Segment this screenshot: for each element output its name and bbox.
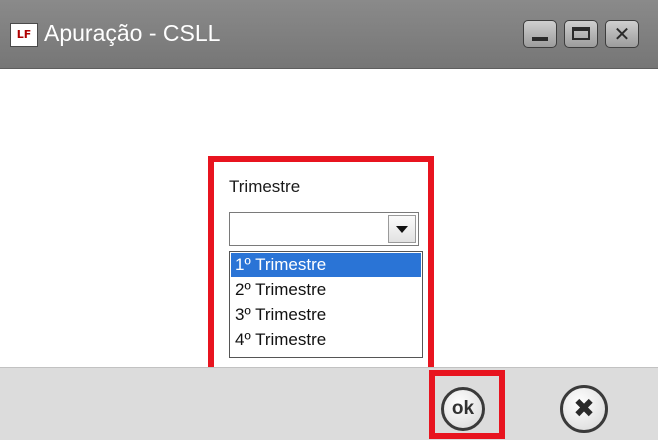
minimize-button[interactable]: [523, 20, 557, 48]
cancel-button[interactable]: ✖: [560, 385, 608, 433]
option-2-trimestre[interactable]: 2º Trimestre: [231, 278, 421, 302]
dropdown-toggle-button[interactable]: [388, 215, 416, 243]
option-3-trimestre[interactable]: 3º Trimestre: [231, 303, 421, 327]
option-1-trimestre[interactable]: 1º Trimestre: [231, 253, 421, 277]
minimize-icon: [532, 37, 548, 41]
cancel-icon: ✖: [573, 394, 595, 424]
maximize-button[interactable]: [564, 20, 598, 48]
close-icon: ✕: [613, 22, 631, 46]
app-icon: LF: [10, 23, 38, 47]
chevron-down-icon: [396, 226, 408, 233]
trimestre-select[interactable]: [229, 212, 419, 246]
window-title: Apuração - CSLL: [44, 20, 221, 46]
title-bar[interactable]: LF Apuração - CSLL ✕: [0, 0, 658, 69]
trimestre-label: Trimestre: [229, 177, 301, 196]
option-4-trimestre[interactable]: 4º Trimestre: [231, 328, 421, 352]
apuracao-window: LF Apuração - CSLL ✕ Trimestre 1º Trimes…: [0, 0, 658, 440]
trimestre-dropdown-list: 1º Trimestre 2º Trimestre 3º Trimestre 4…: [229, 251, 423, 358]
ok-button[interactable]: ok: [441, 387, 485, 431]
footer-bar: [0, 367, 658, 440]
close-button[interactable]: ✕: [605, 20, 639, 48]
maximize-icon: [572, 27, 590, 40]
